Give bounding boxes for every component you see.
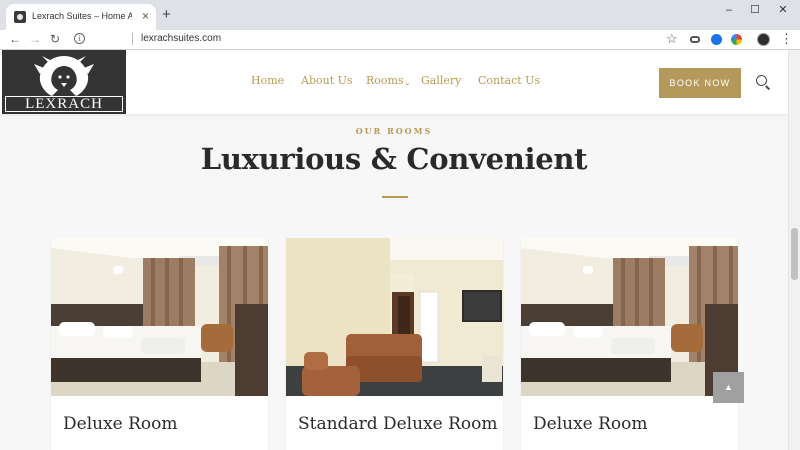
site-logo[interactable]: LEXRACH — [2, 50, 126, 114]
chevron-down-icon[interactable]: ⌄ — [404, 78, 411, 87]
site-info-icon[interactable]: i — [74, 33, 85, 44]
room-photo[interactable] — [521, 238, 738, 396]
nav-contact-us[interactable]: Contact Us — [478, 74, 540, 87]
section-eyebrow: OUR ROOMS — [355, 126, 433, 136]
logo-wordmark: LEXRACH — [5, 96, 123, 112]
room-card-deluxe[interactable]: Deluxe Room — [521, 238, 738, 450]
address-divider — [132, 33, 133, 45]
browser-toolbar: ← → ↻ i lexrachsuites.com ☆ ⋮ — [0, 30, 800, 50]
new-tab-button[interactable]: + — [162, 6, 171, 24]
lion-logo-icon — [34, 56, 94, 96]
nav-home[interactable]: Home — [251, 74, 284, 87]
gold-divider — [382, 196, 408, 198]
forward-button[interactable]: → — [28, 32, 42, 46]
window-minimize-button[interactable]: – — [716, 3, 742, 17]
section-headline: Luxurious & Convenient — [200, 142, 588, 176]
nav-rooms[interactable]: Rooms — [366, 74, 404, 87]
tab-close-icon[interactable]: × — [142, 9, 149, 23]
profile-avatar[interactable] — [757, 33, 770, 46]
back-to-top-button[interactable]: ▲ — [713, 372, 744, 403]
search-icon[interactable] — [756, 75, 767, 86]
scrollbar-thumb[interactable] — [791, 228, 798, 280]
page-viewport: LEXRACH Home About Us Rooms ⌄ Gallery Co… — [0, 50, 788, 450]
tab-title: Lexrach Suites – Home Away from Home — [32, 11, 132, 21]
download-extension-icon[interactable] — [711, 34, 722, 45]
browser-tabstrip: Lexrach Suites – Home Away from Home × +… — [0, 0, 800, 30]
room-card-deluxe[interactable]: Deluxe Room — [51, 238, 268, 450]
window-maximize-button[interactable]: ☐ — [742, 3, 768, 17]
chrome-extension-icon[interactable] — [731, 34, 742, 45]
site-favicon-icon — [14, 11, 26, 23]
reload-button[interactable]: ↻ — [48, 32, 62, 46]
nav-about-us[interactable]: About Us — [301, 74, 353, 87]
bookmark-star-icon[interactable]: ☆ — [666, 31, 678, 47]
browser-menu-icon[interactable]: ⋮ — [780, 31, 793, 47]
room-photo[interactable] — [286, 238, 503, 396]
cast-extension-icon[interactable] — [690, 36, 700, 43]
address-bar[interactable]: lexrachsuites.com — [141, 33, 221, 44]
room-title[interactable]: Standard Deluxe Room — [298, 414, 498, 434]
room-title[interactable]: Deluxe Room — [533, 414, 648, 434]
room-photo[interactable] — [51, 238, 268, 396]
window-close-button[interactable]: ✕ — [770, 3, 796, 17]
room-card-standard-deluxe[interactable]: Standard Deluxe Room — [286, 238, 503, 450]
book-now-button[interactable]: BOOK NOW — [659, 68, 741, 98]
site-header: LEXRACH Home About Us Rooms ⌄ Gallery Co… — [0, 50, 788, 114]
browser-tab[interactable]: Lexrach Suites – Home Away from Home × — [6, 4, 156, 30]
room-title[interactable]: Deluxe Room — [63, 414, 178, 434]
page-scrollbar[interactable] — [788, 50, 800, 450]
back-button[interactable]: ← — [8, 32, 22, 46]
nav-gallery[interactable]: Gallery — [421, 74, 461, 87]
